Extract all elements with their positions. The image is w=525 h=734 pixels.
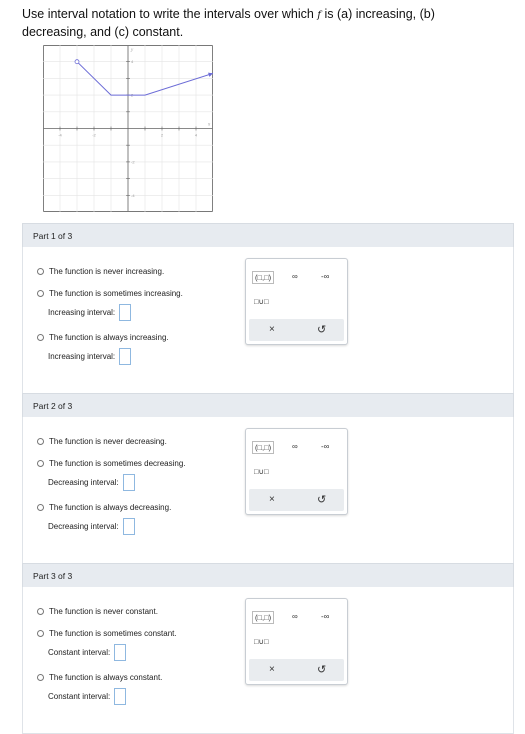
negative-infinity-button[interactable]: -∞ — [321, 442, 329, 451]
option-never-increasing[interactable]: The function is never increasing. — [37, 267, 164, 276]
increasing-interval-row: Increasing interval: — [48, 304, 132, 321]
union-button[interactable]: □∪□ — [254, 637, 269, 646]
clear-icon[interactable]: × — [269, 494, 275, 505]
clear-icon[interactable]: × — [269, 324, 275, 335]
negative-infinity-button[interactable]: -∞ — [321, 612, 329, 621]
radio-button[interactable] — [37, 608, 44, 615]
radio-button[interactable] — [37, 334, 44, 341]
part-header: Part 1 of 3 — [22, 223, 514, 247]
interval-label: Decreasing interval: — [48, 478, 119, 487]
option-label: The function is never decreasing. — [49, 437, 167, 446]
radio-button[interactable] — [37, 460, 44, 467]
option-label: The function is sometimes constant. — [49, 629, 177, 638]
clear-icon[interactable]: × — [269, 664, 275, 675]
interval-label: Increasing interval: — [48, 308, 116, 317]
option-always-increasing[interactable]: The function is always increasing. — [37, 333, 169, 342]
answer-input[interactable] — [122, 474, 135, 491]
answer-input[interactable] — [122, 518, 135, 535]
decreasing-interval-row: Decreasing interval: — [48, 518, 135, 535]
radio-button[interactable] — [37, 268, 44, 275]
answer-input[interactable] — [119, 348, 132, 365]
option-label: The function is always decreasing. — [49, 503, 172, 512]
part-1: Part 1 of 3 The function is never increa… — [22, 223, 514, 394]
negative-infinity-button[interactable]: -∞ — [321, 272, 329, 281]
undo-icon[interactable]: ↺ — [317, 493, 326, 506]
question-text-start: Use interval notation to write the inter… — [22, 7, 318, 21]
interval-button[interactable]: (□,□) — [252, 271, 275, 284]
radio-button[interactable] — [37, 630, 44, 637]
radio-button[interactable] — [37, 674, 44, 681]
part-header: Part 2 of 3 — [22, 393, 514, 417]
option-sometimes-decreasing[interactable]: The function is sometimes decreasing. — [37, 459, 186, 468]
option-sometimes-increasing[interactable]: The function is sometimes increasing. — [37, 289, 183, 298]
infinity-button[interactable]: ∞ — [292, 272, 298, 281]
constant-interval-row: Constant interval: — [48, 644, 127, 661]
union-button[interactable]: □∪□ — [254, 297, 269, 306]
option-label: The function is never constant. — [49, 607, 158, 616]
palette-footer: × ↺ — [249, 319, 344, 341]
part-3: Part 3 of 3 The function is never consta… — [22, 563, 514, 734]
union-button[interactable]: □∪□ — [254, 467, 269, 476]
math-palette: (□,□) ∞ -∞ □∪□ × ↺ — [245, 598, 348, 685]
infinity-button[interactable]: ∞ — [292, 612, 298, 621]
math-palette: (□,□) ∞ -∞ □∪□ × ↺ — [245, 258, 348, 345]
constant-interval-row: Constant interval: — [48, 688, 127, 705]
answer-input[interactable] — [119, 304, 132, 321]
option-label: The function is sometimes increasing. — [49, 289, 183, 298]
part-body: The function is never constant. The func… — [22, 587, 514, 734]
palette-footer: × ↺ — [249, 659, 344, 681]
interval-label: Decreasing interval: — [48, 522, 119, 531]
answer-input[interactable] — [114, 644, 127, 661]
radio-button[interactable] — [37, 504, 44, 511]
radio-button[interactable] — [37, 438, 44, 445]
interval-label: Constant interval: — [48, 648, 111, 657]
palette-footer: × ↺ — [249, 489, 344, 511]
interval-button[interactable]: (□,□) — [252, 611, 275, 624]
part-2: Part 2 of 3 The function is never decrea… — [22, 393, 514, 564]
increasing-interval-row: Increasing interval: — [48, 348, 132, 365]
undo-icon[interactable]: ↺ — [317, 663, 326, 676]
function-graph: -4 -2 2 442-2-4xy — [43, 45, 213, 212]
option-sometimes-constant[interactable]: The function is sometimes constant. — [37, 629, 177, 638]
option-label: The function is always constant. — [49, 673, 163, 682]
infinity-button[interactable]: ∞ — [292, 442, 298, 451]
undo-icon[interactable]: ↺ — [317, 323, 326, 336]
option-always-constant[interactable]: The function is always constant. — [37, 673, 162, 682]
option-always-decreasing[interactable]: The function is always decreasing. — [37, 503, 171, 512]
part-header: Part 3 of 3 — [22, 563, 514, 587]
question-text: Use interval notation to write the inter… — [22, 6, 502, 40]
part-body: The function is never decreasing. The fu… — [22, 417, 514, 564]
option-never-constant[interactable]: The function is never constant. — [37, 607, 158, 616]
interval-label: Increasing interval: — [48, 352, 116, 361]
math-palette: (□,□) ∞ -∞ □∪□ × ↺ — [245, 428, 348, 515]
option-label: The function is sometimes decreasing. — [49, 459, 186, 468]
option-label: The function is always increasing. — [49, 333, 169, 342]
answer-input[interactable] — [114, 688, 127, 705]
option-label: The function is never increasing. — [49, 267, 165, 276]
open-endpoint — [74, 59, 80, 65]
interval-button[interactable]: (□,□) — [252, 441, 275, 454]
option-never-decreasing[interactable]: The function is never decreasing. — [37, 437, 167, 446]
decreasing-interval-row: Decreasing interval: — [48, 474, 135, 491]
part-body: The function is never increasing. The fu… — [22, 247, 514, 394]
radio-button[interactable] — [37, 290, 44, 297]
